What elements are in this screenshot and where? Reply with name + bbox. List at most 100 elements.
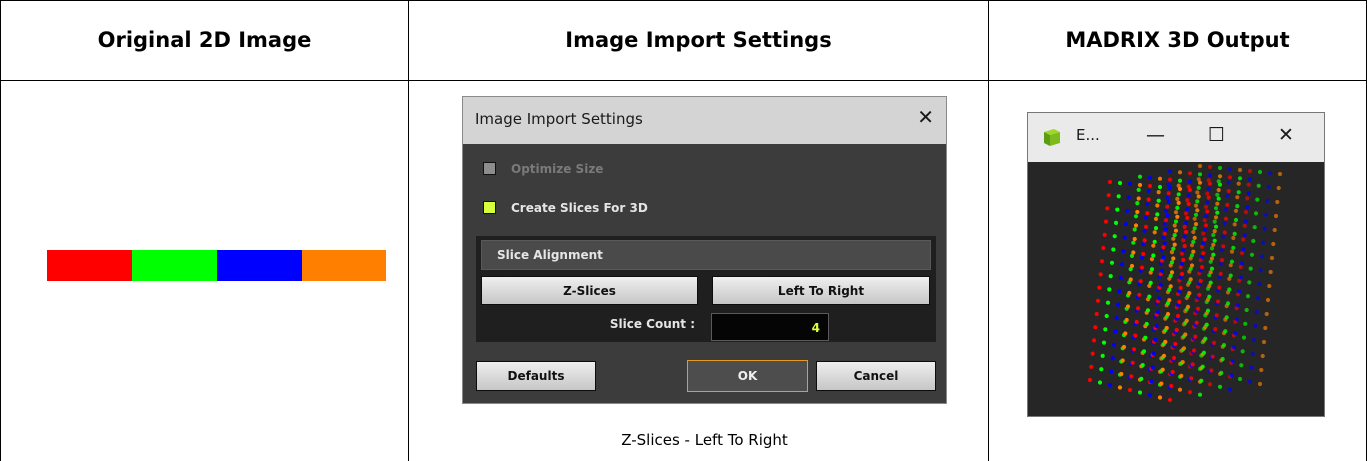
led-point xyxy=(1223,207,1229,212)
led-point xyxy=(1255,197,1260,202)
led-point xyxy=(1265,297,1271,303)
led-point xyxy=(1146,188,1151,194)
led-point xyxy=(1180,360,1185,365)
slice-count-input[interactable]: 4 xyxy=(711,313,829,341)
led-point xyxy=(1159,268,1165,273)
led-point xyxy=(1192,235,1197,240)
led-point xyxy=(1103,219,1109,224)
led-point xyxy=(1203,204,1209,209)
led-point xyxy=(1175,205,1180,210)
create-slices-checkbox[interactable] xyxy=(483,201,496,214)
left-to-right-button[interactable]: Left To Right xyxy=(712,276,930,305)
led-point xyxy=(1111,247,1116,252)
led-point xyxy=(1167,397,1173,403)
led-point xyxy=(1225,193,1230,199)
3d-led-point-cloud xyxy=(1087,163,1283,403)
led-point xyxy=(1213,206,1219,211)
maximize-icon[interactable]: ☐ xyxy=(1208,125,1225,145)
minimize-icon[interactable]: — xyxy=(1146,125,1165,145)
led-point xyxy=(1259,367,1264,373)
close-icon[interactable]: ✕ xyxy=(1278,125,1294,145)
led-point xyxy=(1249,252,1255,257)
led-point xyxy=(1181,238,1186,243)
led-point xyxy=(1241,247,1246,252)
optimize-size-checkbox[interactable] xyxy=(483,162,496,175)
led-point xyxy=(1196,194,1201,199)
led-point xyxy=(1185,215,1190,221)
led-point xyxy=(1157,184,1163,190)
led-point xyxy=(1201,241,1206,246)
led-point xyxy=(1147,294,1152,299)
led-point xyxy=(1140,363,1145,368)
led-point xyxy=(1201,251,1206,256)
led-point xyxy=(1137,390,1143,395)
led-point xyxy=(1091,338,1097,343)
led-point xyxy=(1162,231,1167,236)
led-point xyxy=(1247,168,1253,174)
led-point xyxy=(1183,229,1189,235)
led-point xyxy=(1099,259,1105,264)
led-point xyxy=(1207,382,1213,387)
table-header-divider xyxy=(0,80,1367,81)
led-point xyxy=(1202,227,1207,232)
led-point xyxy=(1199,378,1204,383)
led-point xyxy=(1175,214,1180,219)
led-point xyxy=(1161,245,1166,250)
led-point xyxy=(1197,292,1202,297)
led-point xyxy=(1243,321,1248,326)
led-point xyxy=(1222,220,1227,226)
led-point xyxy=(1183,220,1189,225)
led-point xyxy=(1147,392,1153,398)
led-point xyxy=(1217,384,1223,389)
led-point xyxy=(1131,240,1136,245)
led-point xyxy=(1230,359,1235,364)
led-point xyxy=(1211,232,1216,238)
led-point xyxy=(1171,256,1176,261)
led-point xyxy=(1256,183,1261,188)
defaults-button[interactable]: Defaults xyxy=(476,361,596,391)
led-point xyxy=(1153,226,1159,231)
led-point xyxy=(1113,329,1118,334)
madrix-cube-icon xyxy=(1044,129,1060,146)
led-point xyxy=(1145,211,1150,216)
led-point xyxy=(1187,291,1192,296)
led-point xyxy=(1131,250,1136,255)
led-point xyxy=(1183,332,1188,337)
led-point xyxy=(1208,280,1213,285)
led-point xyxy=(1181,257,1186,263)
led-point xyxy=(1202,218,1207,223)
led-point xyxy=(1187,390,1193,395)
led-point xyxy=(1276,185,1281,191)
led-point xyxy=(1123,222,1129,227)
led-point xyxy=(1215,201,1220,206)
led-point xyxy=(1191,348,1197,353)
led-point xyxy=(1173,228,1179,233)
led-point xyxy=(1239,363,1244,368)
ok-button[interactable]: OK xyxy=(687,360,808,392)
strip-segment-red xyxy=(47,250,132,281)
led-point xyxy=(1268,269,1273,275)
led-point xyxy=(1236,190,1241,195)
led-point xyxy=(1215,192,1220,197)
led-point xyxy=(1114,315,1119,321)
led-point xyxy=(1168,284,1173,289)
led-point xyxy=(1207,164,1213,170)
led-point xyxy=(1157,296,1162,301)
cancel-button[interactable]: Cancel xyxy=(816,361,936,391)
led-point xyxy=(1187,179,1193,184)
led-point xyxy=(1181,346,1187,351)
led-point xyxy=(1212,229,1217,234)
led-point xyxy=(1124,317,1129,323)
led-point xyxy=(1247,280,1252,285)
led-point xyxy=(1142,228,1147,233)
led-point xyxy=(1127,290,1132,296)
led-point xyxy=(1202,237,1207,242)
led-point xyxy=(1205,200,1210,205)
led-point xyxy=(1128,277,1133,282)
led-point xyxy=(1138,279,1143,284)
z-slices-button[interactable]: Z-Slices xyxy=(481,276,698,305)
led-point xyxy=(1186,201,1191,207)
led-point xyxy=(1153,337,1158,342)
close-icon[interactable]: ✕ xyxy=(917,107,934,127)
led-point xyxy=(1093,325,1098,330)
